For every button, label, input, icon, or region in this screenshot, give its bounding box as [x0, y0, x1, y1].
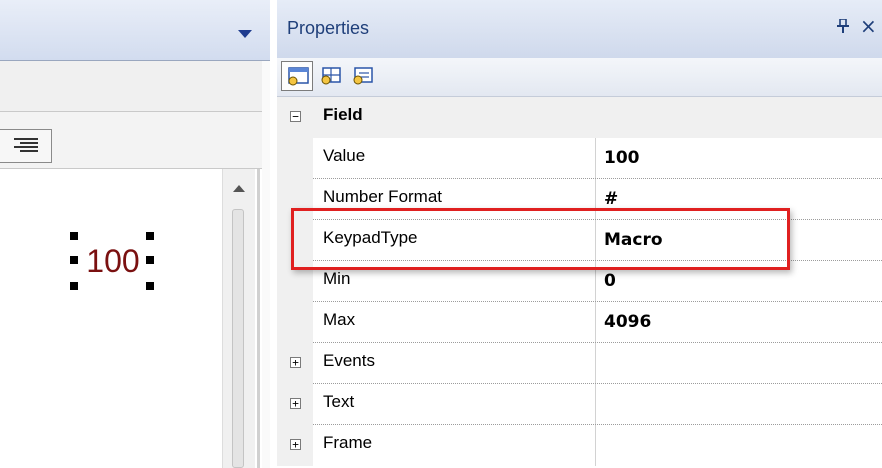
editor-pane: 100 [0, 0, 270, 468]
category-label: Events [323, 351, 375, 370]
property-name: Min [323, 269, 351, 288]
field-value-text: 100 [86, 243, 140, 279]
editor-toolbar [0, 112, 263, 169]
align-text-button[interactable] [0, 129, 52, 163]
highlight-box [291, 208, 790, 270]
column-divider [595, 425, 596, 466]
category-events[interactable]: + Events [277, 343, 882, 384]
expand-icon[interactable]: + [290, 439, 301, 450]
column-divider [595, 138, 596, 179]
resize-handle-nw[interactable] [70, 232, 78, 240]
scroll-up-icon[interactable] [233, 185, 245, 192]
pin-icon[interactable] [837, 18, 849, 37]
add-property-icon [321, 67, 341, 85]
design-canvas[interactable] [0, 169, 220, 468]
vertical-scrollbar[interactable] [222, 169, 255, 468]
properties-toolbar [277, 58, 882, 97]
category-field[interactable]: − Field [277, 97, 882, 138]
property-name: Value [323, 146, 366, 165]
panel-title: Properties [287, 18, 370, 38]
resize-handle-w[interactable] [70, 256, 78, 264]
column-divider [595, 302, 596, 343]
resize-handle-sw[interactable] [70, 282, 78, 290]
dropdown-arrow-icon[interactable] [238, 30, 252, 38]
numeric-field-widget[interactable]: 100 [70, 232, 156, 290]
category-label: Frame [323, 433, 373, 452]
row-gutter [277, 138, 313, 179]
editor-tabstrip [0, 61, 263, 112]
categorized-view-icon [288, 67, 309, 86]
pane-divider [257, 169, 260, 468]
column-divider [595, 343, 596, 384]
close-icon[interactable]: × [860, 14, 877, 38]
add-property-button[interactable] [315, 61, 347, 91]
property-value[interactable]: 4096 [604, 312, 651, 332]
category-frame[interactable]: + Frame [277, 425, 882, 466]
property-value[interactable]: # [604, 189, 618, 209]
expand-icon[interactable]: + [290, 398, 301, 409]
category-text[interactable]: + Text [277, 384, 882, 425]
align-lines-icon [14, 138, 38, 156]
splitter[interactable] [262, 61, 270, 468]
resize-handle-se[interactable] [146, 282, 154, 290]
column-divider [595, 384, 596, 425]
property-name: Max [323, 310, 356, 329]
expand-icon[interactable]: + [290, 357, 301, 368]
category-label: Text [323, 392, 355, 411]
properties-titlebar: Properties × [277, 0, 882, 58]
row-gutter [277, 302, 313, 343]
resize-handle-ne[interactable] [146, 232, 154, 240]
collapse-icon[interactable]: − [290, 111, 301, 122]
property-row-value[interactable]: Value 100 [277, 138, 882, 179]
alphabetical-view-icon [353, 67, 373, 85]
category-background [313, 97, 882, 138]
scroll-thumb[interactable] [232, 209, 244, 468]
editor-titlebar [0, 0, 270, 61]
alphabetical-view-button[interactable] [347, 61, 379, 91]
category-label: Field [323, 105, 363, 124]
categorized-view-button[interactable] [281, 61, 313, 91]
property-row-max[interactable]: Max 4096 [277, 302, 882, 343]
property-grid: − Field Value 100 Number Format # Keypad… [277, 97, 882, 468]
property-name: Number Format [323, 187, 443, 206]
property-value[interactable]: 100 [604, 148, 640, 168]
property-value[interactable]: 0 [604, 271, 616, 291]
